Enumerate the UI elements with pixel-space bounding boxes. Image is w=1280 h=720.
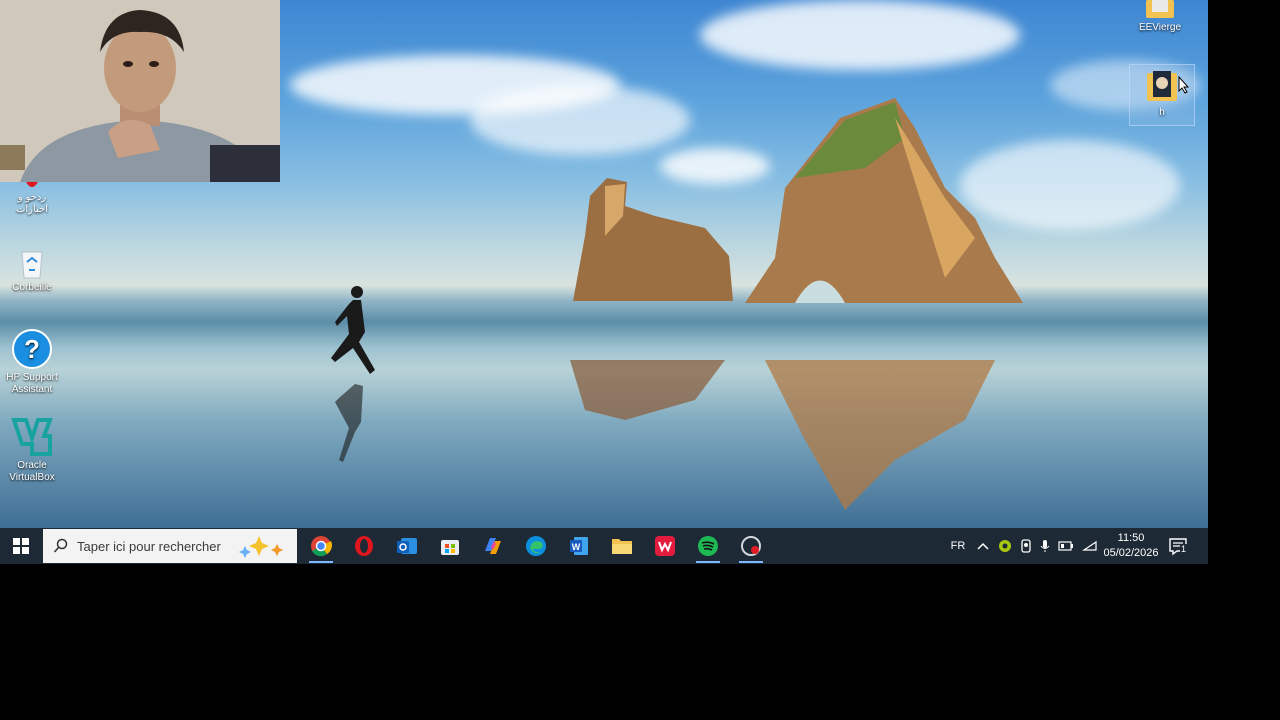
notification-button[interactable]: 1 <box>1168 536 1192 556</box>
hp-support-icon: ? <box>12 329 52 369</box>
rock-reflection <box>570 360 995 510</box>
taskbar-search-box[interactable]: Taper ici pour rechercher <box>43 529 297 563</box>
taskbar-app-word[interactable]: W <box>558 528 600 564</box>
svg-text:?: ? <box>24 334 40 364</box>
desktop-icon-eevierge[interactable]: EEVierge <box>1128 0 1192 34</box>
mouse-cursor-icon <box>1178 76 1190 94</box>
taskbar-app-wps[interactable] <box>644 528 686 564</box>
runner-silhouette <box>331 286 375 462</box>
taskbar-clock[interactable]: 11:50 05/02/2026 <box>1100 531 1162 561</box>
edge-icon <box>526 536 546 556</box>
webcam-overlay <box>0 0 280 182</box>
chrome-icon <box>311 536 332 557</box>
store-icon <box>441 540 459 555</box>
webcam-person-image <box>0 0 280 182</box>
taskbar-app-edge[interactable] <box>515 528 557 564</box>
desktop-icon-label: h <box>1159 107 1165 118</box>
desktop-icon-h[interactable]: h <box>1129 64 1195 126</box>
notification-count: 1 <box>1180 544 1188 554</box>
chevron-up-icon[interactable] <box>976 541 990 551</box>
taskbar-app-copilot[interactable] <box>472 528 514 564</box>
taskbar-app-spotify[interactable] <box>687 528 729 564</box>
taskbar-app-recorder[interactable] <box>730 528 772 564</box>
app-tray-icon[interactable] <box>998 539 1012 553</box>
wifi-icon[interactable] <box>1082 540 1098 552</box>
rock-arch <box>745 98 1023 303</box>
microphone-icon[interactable] <box>1040 539 1050 553</box>
start-button[interactable] <box>0 528 42 564</box>
search-highlight-icon <box>239 536 283 558</box>
folder-icon <box>1146 0 1174 18</box>
rock-formation-left <box>573 178 733 301</box>
desktop-icon-opera-news[interactable]: ردخو و اخبارات <box>0 182 64 216</box>
folder-icon <box>1147 71 1177 101</box>
recycle-bin-icon <box>21 251 43 279</box>
word-icon: W <box>570 537 588 555</box>
system-tray: FR <box>948 528 1098 564</box>
taskbar-app-file-explorer[interactable] <box>601 528 643 564</box>
svg-text:W: W <box>572 542 581 552</box>
language-indicator[interactable]: FR <box>948 540 968 552</box>
clock-time: 11:50 <box>1117 532 1145 544</box>
desktop-icon-label: Corbeille <box>12 282 52 293</box>
copilot-icon <box>485 538 501 554</box>
taskbar-app-chrome[interactable] <box>300 528 342 564</box>
outlook-icon <box>397 538 417 554</box>
windows-logo-icon <box>13 538 29 554</box>
taskbar: Taper ici pour rechercher W FR 11:50 05/… <box>0 528 1208 564</box>
wps-icon <box>655 536 675 556</box>
camera-tray-icon[interactable] <box>1020 539 1032 553</box>
spotify-icon <box>698 536 718 556</box>
recorder-icon <box>741 536 761 556</box>
clock-date: 05/02/2026 <box>1103 547 1159 559</box>
battery-icon[interactable] <box>1058 540 1074 552</box>
desktop-icon-corbeille[interactable]: Corbeille <box>0 246 64 294</box>
virtualbox-icon <box>11 418 53 456</box>
desktop-icon-virtualbox[interactable]: Oracle VirtualBox <box>0 416 64 484</box>
search-icon <box>53 538 68 553</box>
folder-icon <box>612 539 632 554</box>
opera-icon <box>26 182 38 187</box>
search-placeholder: Taper ici pour rechercher <box>77 538 221 554</box>
taskbar-app-opera[interactable] <box>343 528 385 564</box>
desktop-icon-label: Oracle VirtualBox <box>9 460 55 483</box>
desktop-icon-hp-support[interactable]: ? HP Support Assistant <box>0 328 64 396</box>
desktop-icon-label: ردخو و اخبارات <box>15 192 49 215</box>
desktop-screen: EEVierge h ردخو و اخبارات Corbeille ? HP… <box>0 0 1208 564</box>
desktop-icon-label: EEVierge <box>1138 22 1182 33</box>
desktop-icon-label: HP Support Assistant <box>6 372 58 395</box>
taskbar-app-outlook[interactable] <box>386 528 428 564</box>
taskbar-app-store[interactable] <box>429 528 471 564</box>
opera-icon <box>355 536 373 556</box>
